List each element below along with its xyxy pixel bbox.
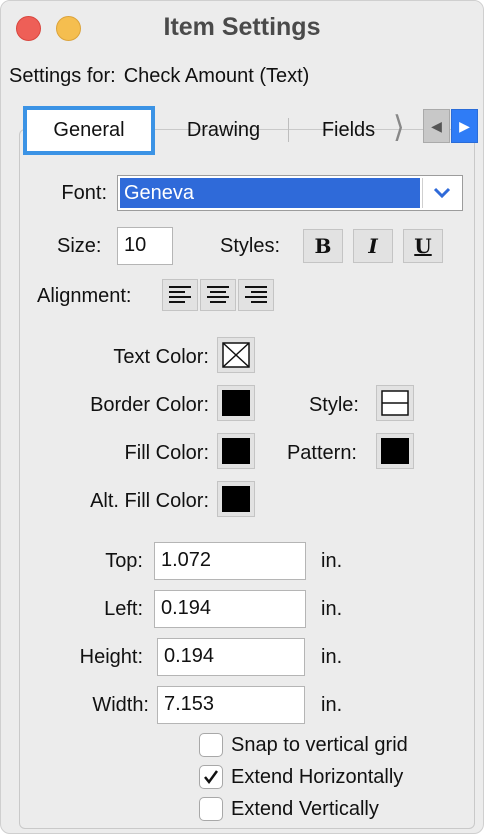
left-label: Left: xyxy=(104,598,143,620)
font-select-value: Geneva xyxy=(120,178,420,208)
left-input[interactable]: 0.194 xyxy=(154,590,306,628)
align-left-icon xyxy=(169,286,191,303)
settings-for-label: Settings for: xyxy=(9,65,116,87)
triangle-right-icon: ▶ xyxy=(459,117,470,134)
snap-vertical-grid-row[interactable]: Snap to vertical grid xyxy=(199,731,408,759)
item-settings-window: Item Settings Settings for: Check Amount … xyxy=(0,0,484,834)
height-unit: in. xyxy=(321,646,343,668)
tab-general[interactable]: General xyxy=(23,106,155,155)
height-label: Height: xyxy=(79,646,143,668)
style-label: Style: xyxy=(308,394,359,416)
top-input[interactable]: 1.072 xyxy=(154,542,306,580)
align-center-button[interactable] xyxy=(200,279,236,311)
size-label: Size: xyxy=(57,235,102,257)
color-fill xyxy=(222,390,250,416)
tab-scroll-right-button[interactable]: ▶ xyxy=(451,109,478,143)
height-input[interactable]: 0.194 xyxy=(157,638,305,676)
styles-label: Styles: xyxy=(220,235,281,257)
tab-bar: General Drawing Fields ⟩ ◀ ▶ xyxy=(21,106,478,156)
align-center-icon xyxy=(207,286,229,303)
pattern-swatch[interactable] xyxy=(376,433,414,469)
width-label: Width: xyxy=(92,694,149,716)
line-style-icon xyxy=(381,390,409,416)
color-fill xyxy=(222,438,250,464)
tab-scroll-left-button[interactable]: ◀ xyxy=(423,109,450,143)
left-unit: in. xyxy=(321,598,343,620)
top-label: Top: xyxy=(105,550,143,572)
font-select[interactable]: Geneva xyxy=(117,175,463,211)
font-label: Font: xyxy=(61,182,107,204)
pattern-fill xyxy=(381,438,409,464)
snap-vertical-grid-checkbox[interactable] xyxy=(199,733,223,757)
color-fill xyxy=(222,486,250,512)
border-color-swatch[interactable] xyxy=(217,385,255,421)
fill-color-swatch[interactable] xyxy=(217,433,255,469)
text-color-swatch[interactable] xyxy=(217,337,255,373)
alt-fill-color-swatch[interactable] xyxy=(217,481,255,517)
align-left-button[interactable] xyxy=(162,279,198,311)
window-title: Item Settings xyxy=(163,13,321,41)
checkmark-icon xyxy=(204,770,219,785)
text-color-label: Text Color: xyxy=(113,346,209,368)
alt-fill-color-label: Alt. Fill Color: xyxy=(90,490,209,512)
tab-overflow-edge-icon: ⟩ xyxy=(393,111,405,144)
tab-fields[interactable]: Fields xyxy=(296,106,401,155)
border-color-label: Border Color: xyxy=(90,394,209,416)
triangle-left-icon: ◀ xyxy=(431,117,442,134)
extend-horizontally-row[interactable]: Extend Horizontally xyxy=(199,763,403,791)
no-color-icon xyxy=(222,342,250,368)
extend-vertically-checkbox[interactable] xyxy=(199,797,223,821)
size-input[interactable]: 10 xyxy=(117,227,173,265)
settings-for-value: Check Amount (Text) xyxy=(123,65,310,87)
snap-vertical-grid-label: Snap to vertical grid xyxy=(231,733,408,756)
alignment-label: Alignment: xyxy=(37,285,132,307)
chevron-down-icon xyxy=(433,187,450,199)
italic-button[interactable]: I xyxy=(353,229,393,263)
settings-for-row: Settings for: Check Amount (Text) xyxy=(9,65,309,88)
align-right-button[interactable] xyxy=(238,279,274,311)
extend-vertically-label: Extend Vertically xyxy=(231,797,379,820)
title-bar[interactable]: Item Settings xyxy=(1,1,483,57)
tab-divider xyxy=(288,118,289,142)
top-unit: in. xyxy=(321,550,343,572)
underline-button[interactable]: U xyxy=(403,229,443,263)
fill-color-label: Fill Color: xyxy=(124,442,209,464)
font-dropdown-button[interactable] xyxy=(422,178,460,208)
extend-vertically-row[interactable]: Extend Vertically xyxy=(199,795,379,823)
align-right-icon xyxy=(245,286,267,303)
tab-drawing[interactable]: Drawing xyxy=(161,106,286,155)
border-style-swatch[interactable] xyxy=(376,385,414,421)
width-input[interactable]: 7.153 xyxy=(157,686,305,724)
extend-horizontally-label: Extend Horizontally xyxy=(231,765,404,788)
pattern-label: Pattern: xyxy=(286,442,357,464)
extend-horizontally-checkbox[interactable] xyxy=(199,765,223,789)
width-unit: in. xyxy=(321,694,343,716)
bold-button[interactable]: B xyxy=(303,229,343,263)
